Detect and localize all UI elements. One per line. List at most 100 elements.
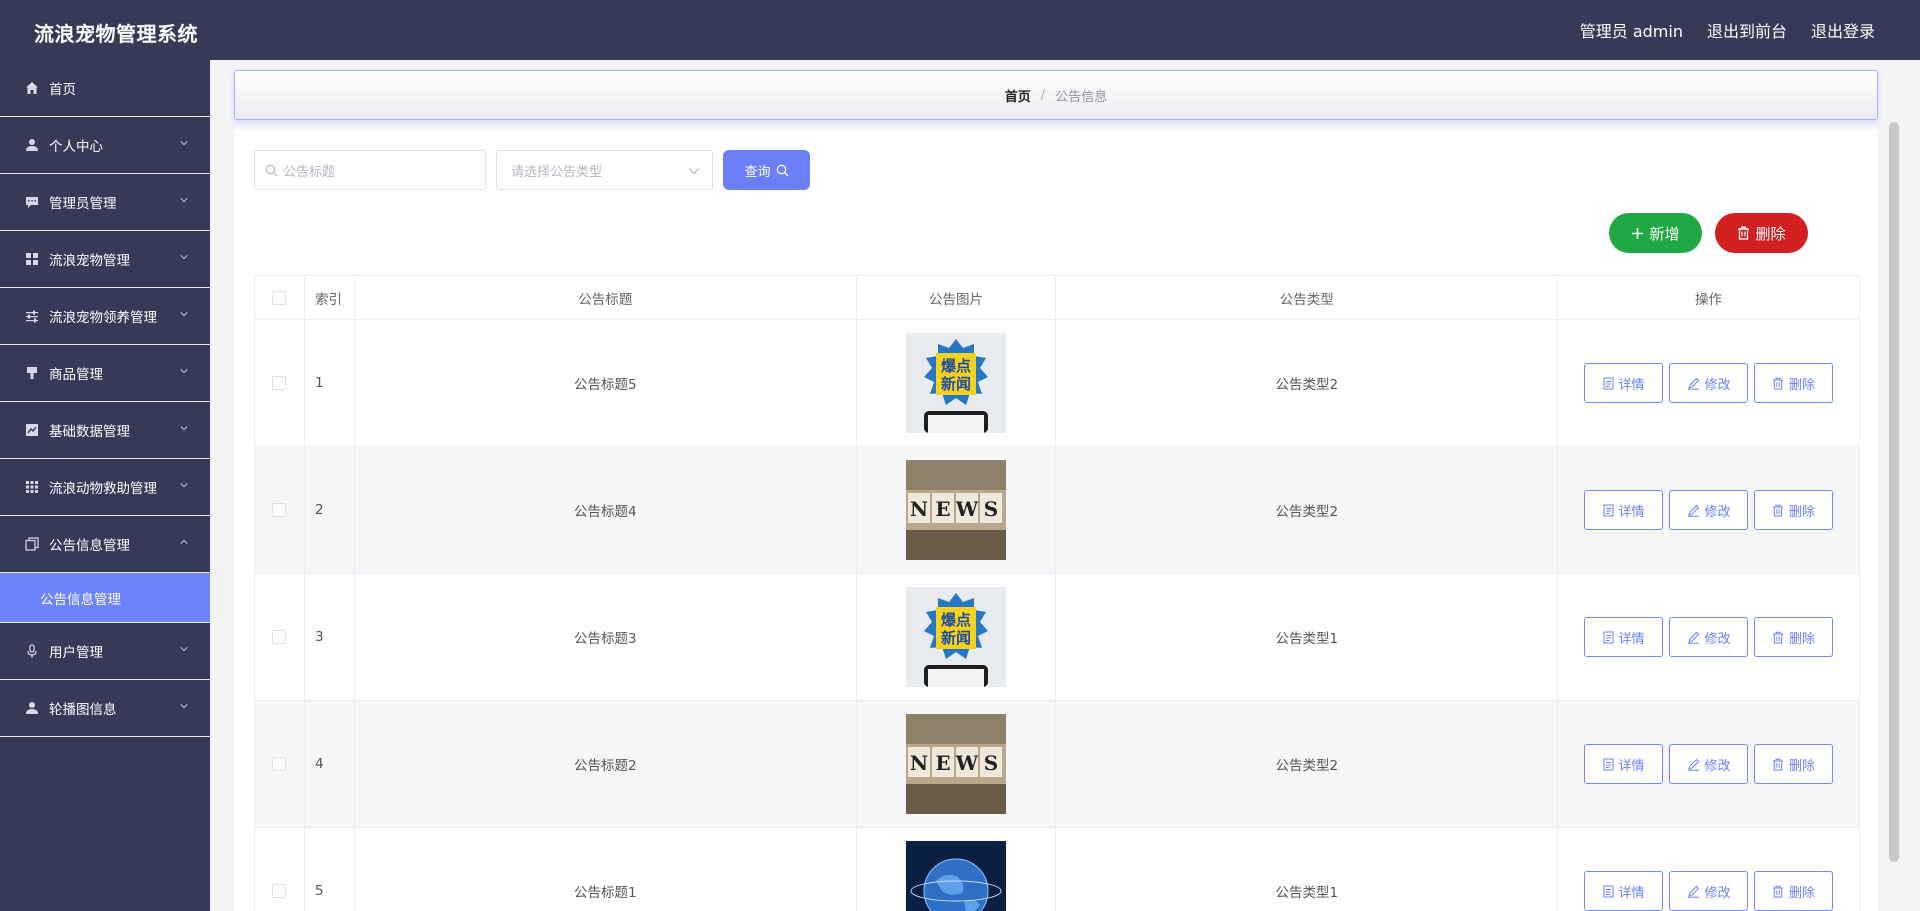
row-ops-cell: 详情 修改 删除 [1557, 573, 1860, 701]
notice-table: 索引 公告标题 公告图片 公告类型 操作 1 公告标题5 爆点 新闻 公告类型2 详… [254, 275, 1860, 911]
batch-delete-button[interactable]: 删除 [1715, 213, 1808, 253]
detail-button[interactable]: 详情 [1584, 363, 1664, 403]
row-checkbox-cell [254, 319, 305, 447]
row-title: 公告标题1 [353, 827, 857, 911]
delete-button[interactable]: 删除 [1754, 490, 1834, 530]
detail-button[interactable]: 详情 [1584, 871, 1664, 911]
delete-button[interactable]: 删除 [1754, 871, 1834, 911]
sidebar-item-label: 基础数据管理 [49, 424, 130, 440]
delete-button[interactable]: 删除 [1754, 363, 1834, 403]
sidebar-item-label: 首页 [49, 82, 76, 98]
content-panel: 公告标题 请选择公告类型 查询 新增 删除 索引 公告标题 公告图片 公告类型 … [234, 130, 1878, 911]
row-checkbox[interactable] [272, 630, 287, 644]
row-index: 2 [303, 446, 355, 574]
chevron-down-icon [180, 426, 188, 431]
to-front-link[interactable]: 退出到前台 [1707, 18, 1787, 42]
chevron-down-icon [180, 312, 188, 317]
sidebar-item-personal[interactable]: 个人中心 [0, 117, 210, 174]
trash-icon [1773, 504, 1784, 516]
edit-button[interactable]: 修改 [1669, 363, 1749, 403]
delete-button-label: 删除 [1789, 377, 1816, 393]
header-title: 公告标题 [353, 275, 857, 320]
app-title: 流浪宠物管理系统 [34, 22, 198, 46]
title-search-input[interactable]: 公告标题 [254, 150, 486, 190]
sidebar-item-label: 流浪动物救助管理 [49, 481, 157, 497]
delete-button[interactable]: 删除 [1754, 744, 1834, 784]
trash-icon [1773, 631, 1784, 643]
svg-text:E: E [935, 751, 950, 775]
table-row: 5 公告标题1 公告类型1 详情 修改 删除 [254, 827, 1860, 911]
row-checkbox[interactable] [272, 376, 287, 390]
select-all-checkbox[interactable] [272, 290, 287, 305]
row-index: 3 [303, 573, 355, 701]
sidebar-item-admin[interactable]: 管理员管理 [0, 174, 210, 231]
document-icon [1603, 377, 1614, 389]
search-icon [265, 164, 278, 176]
burst-news-image: 爆点 新闻 [906, 587, 1007, 687]
detail-button[interactable]: 详情 [1584, 490, 1664, 530]
edit-button[interactable]: 修改 [1669, 490, 1749, 530]
page-scrollbar[interactable] [1889, 122, 1899, 862]
type-select[interactable]: 请选择公告类型 [496, 150, 713, 190]
edit-icon [1687, 377, 1699, 390]
header-index: 索引 [303, 275, 355, 320]
detail-button-label: 详情 [1618, 504, 1645, 520]
admin-label[interactable]: 管理员 admin [1580, 18, 1683, 42]
sidebar-item-goods[interactable]: 商品管理 [0, 345, 210, 402]
row-index: 1 [303, 319, 355, 447]
add-button[interactable]: 新增 [1609, 213, 1702, 253]
edit-icon [1687, 758, 1699, 771]
sidebar: 首页 个人中心 管理员管理 流浪宠物管理 流浪宠物领养管理 商品管理 基础数据管… [0, 60, 210, 911]
svg-text:新闻: 新闻 [941, 375, 971, 393]
detail-button-label: 详情 [1618, 758, 1645, 774]
delete-button[interactable]: 删除 [1754, 617, 1834, 657]
chevron-down-icon [688, 168, 700, 175]
row-ops-cell: 详情 修改 删除 [1557, 446, 1860, 574]
chevron-down-icon [180, 198, 188, 203]
type-select-placeholder: 请选择公告类型 [511, 164, 603, 180]
top-header: 流浪宠物管理系统 管理员 admin 退出到前台 退出登录 [0, 0, 1920, 60]
detail-button-label: 详情 [1618, 885, 1645, 901]
row-title: 公告标题4 [353, 446, 857, 574]
svg-text:N: N [910, 497, 928, 521]
svg-text:S: S [984, 497, 998, 521]
sidebar-item-rescue[interactable]: 流浪动物救助管理 [0, 459, 210, 516]
sidebar-item-base-data[interactable]: 基础数据管理 [0, 402, 210, 459]
sidebar-subitem-notice-manage[interactable]: 公告信息管理 [0, 573, 210, 623]
breadcrumb-home[interactable]: 首页 [1005, 86, 1031, 105]
detail-button[interactable]: 详情 [1584, 617, 1664, 657]
sidebar-item-adoption[interactable]: 流浪宠物领养管理 [0, 288, 210, 345]
row-checkbox[interactable] [272, 503, 287, 517]
row-checkbox[interactable] [272, 757, 287, 771]
edit-button[interactable]: 修改 [1669, 871, 1749, 911]
edit-button[interactable]: 修改 [1669, 617, 1749, 657]
sidebar-item-stray-pets[interactable]: 流浪宠物管理 [0, 231, 210, 288]
row-checkbox-cell [254, 573, 305, 701]
sidebar-item-users[interactable]: 用户管理 [0, 623, 210, 680]
sidebar-item-notice[interactable]: 公告信息管理 [0, 516, 210, 573]
logout-link[interactable]: 退出登录 [1811, 18, 1875, 42]
sidebar-item-carousel[interactable]: 轮播图信息 [0, 680, 210, 737]
row-image-cell: 爆点 新闻 [855, 319, 1057, 447]
sidebar-item-label: 商品管理 [49, 367, 103, 383]
edit-button-label: 修改 [1704, 758, 1731, 774]
svg-text:爆点: 爆点 [941, 357, 971, 375]
document-icon [1603, 885, 1614, 897]
table-row: 2 公告标题4 N E W S 公告类型2 详情 修改 删除 [254, 446, 1860, 574]
row-image-cell [855, 827, 1057, 911]
row-image-cell: N E W S [855, 446, 1057, 574]
delete-button-label: 删除 [1789, 504, 1816, 520]
detail-button[interactable]: 详情 [1584, 744, 1664, 784]
row-type: 公告类型2 [1055, 319, 1559, 447]
user-icon [24, 700, 40, 716]
sidebar-item-home[interactable]: 首页 [0, 60, 210, 117]
query-button[interactable]: 查询 [723, 150, 810, 190]
row-checkbox[interactable] [272, 884, 287, 898]
row-title: 公告标题5 [353, 319, 857, 447]
header-ops: 操作 [1557, 275, 1860, 320]
table-row: 4 公告标题2 N E W S 公告类型2 详情 修改 删除 [254, 700, 1860, 828]
edit-button[interactable]: 修改 [1669, 744, 1749, 784]
trash-icon [1773, 377, 1784, 389]
svg-text:E: E [935, 497, 950, 521]
breadcrumb-separator: / [1040, 87, 1046, 103]
